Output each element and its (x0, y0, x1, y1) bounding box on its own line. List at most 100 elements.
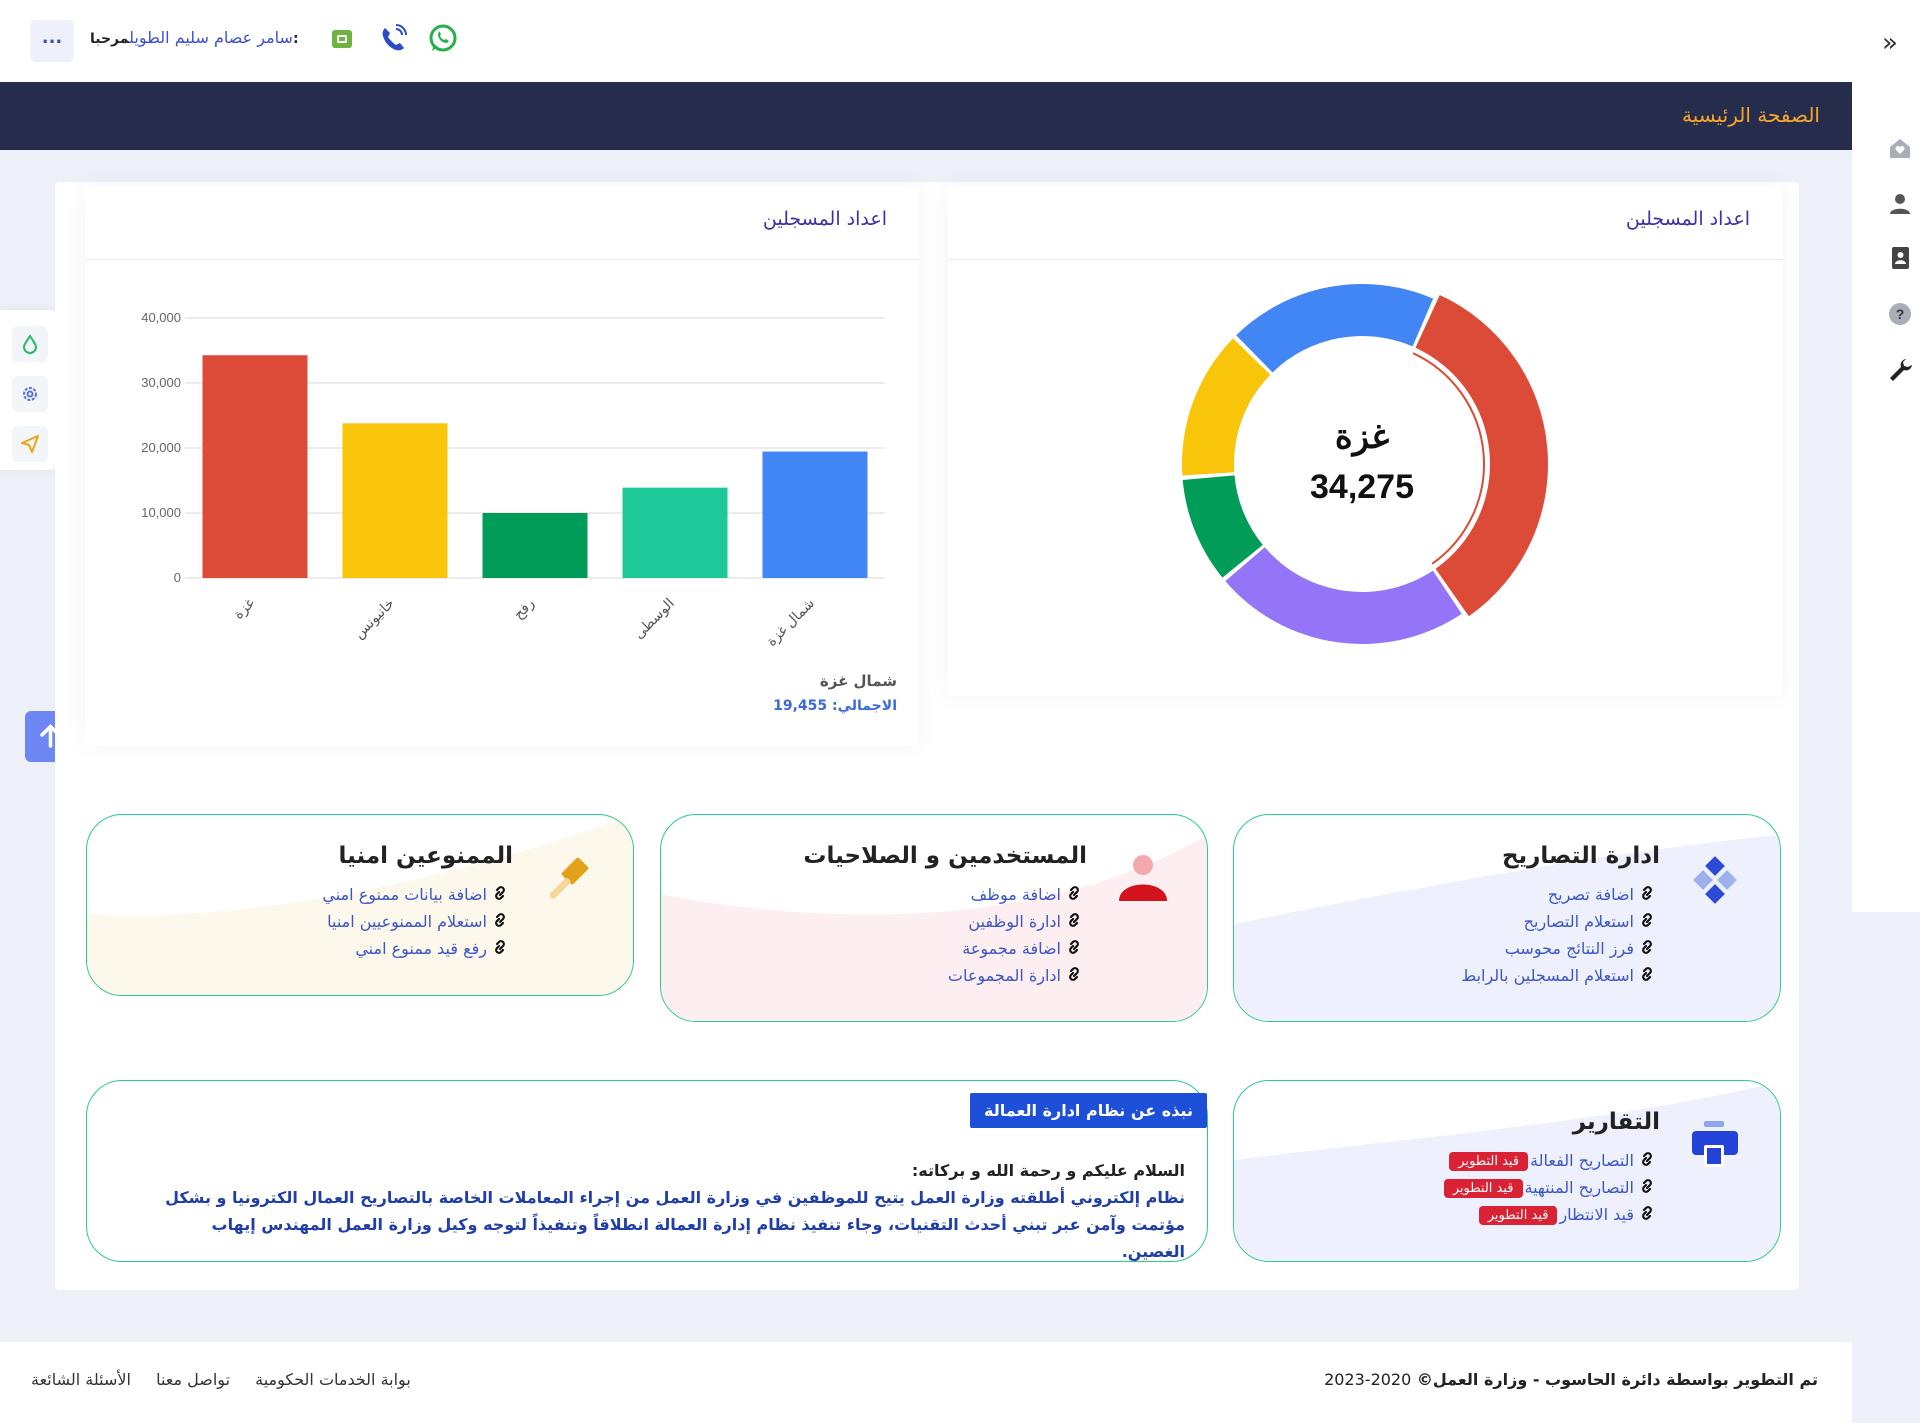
link-pending[interactable]: قيد الانتظارقيد التطوير (1444, 1205, 1656, 1232)
link-icon (495, 886, 505, 900)
user-greeting[interactable]: سامر عصام سليم الطويلمرحبا: (82, 28, 299, 47)
link-lift-ban[interactable]: رفع قيد ممنوع امني (322, 939, 509, 966)
contact-card-icon[interactable] (1886, 244, 1914, 272)
banned-box: الممنوعين امنيا اضافة بيانات ممنوع امني … (86, 814, 634, 996)
divider (948, 259, 1782, 260)
x-tick-label: غزة (230, 595, 258, 623)
printer-icon (1692, 1121, 1738, 1167)
donut-chart-card: اعداد المسجلين غزة 34,275 (948, 186, 1782, 696)
link-icon (1069, 886, 1079, 900)
bar[interactable] (342, 423, 448, 578)
link-icon (1642, 1179, 1652, 1193)
link-query-permits[interactable]: استعلام التصاريح (1461, 912, 1656, 939)
footer-credit-text: تم التطوير بواسطة دائرة الحاسوب - وزارة … (1416, 1370, 1818, 1389)
donut-slice[interactable] (1225, 547, 1462, 644)
wrench-icon[interactable] (1886, 356, 1914, 384)
link-add-permit[interactable]: اضافة تصريح (1461, 885, 1656, 912)
about-text: السلام عليكم و رحمة الله و بركاته: نظام … (155, 1157, 1185, 1265)
tooltip-total-label: الاجمالي: (832, 698, 897, 714)
quick-tools (0, 310, 56, 470)
permits-links: اضافة تصريح استعلام التصاريح فرز النتائج… (1461, 885, 1656, 993)
send-icon[interactable] (12, 426, 48, 462)
box-title: المستخدمين و الصلاحيات (803, 843, 1087, 869)
diamonds-icon (1693, 856, 1737, 904)
card-title: اعداد المسجلين (762, 208, 887, 230)
in-development-badge: قيد التطوير (1478, 1206, 1558, 1225)
right-sidebar: » ? (1852, 0, 1920, 912)
about-body: نظام إلكتروني أطلقته وزارة العمل يتيح لل… (165, 1188, 1185, 1261)
user-name[interactable]: سامر عصام سليم الطويل (129, 28, 293, 47)
sim-card-icon[interactable] (326, 22, 360, 56)
in-development-badge: قيد التطوير (1443, 1179, 1523, 1198)
bar[interactable] (482, 513, 588, 578)
bar-chart: 0 10,000 20,000 30,000 40,000 غزة خانيونس رفح ال… (141, 310, 885, 650)
link-icon (1642, 1206, 1652, 1220)
link-sort-results[interactable]: فرز النتائج محوسب (1461, 939, 1656, 966)
link-icon (1642, 886, 1652, 900)
drop-icon[interactable] (12, 326, 48, 362)
footer: تم التطوير بواسطة دائرة الحاسوب - وزارة … (0, 1342, 1852, 1423)
about-tag: نبذه عن نظام ادارة العمالة (970, 1093, 1207, 1128)
tooltip-total-value: 19,455 (773, 698, 828, 714)
link-add-group[interactable]: اضافة مجموعة (948, 939, 1083, 966)
y-tick-label: 40,000 (141, 310, 181, 325)
link-query-banned[interactable]: استعلام الممنوعيين امنيا (322, 912, 509, 939)
bar[interactable] (622, 487, 728, 578)
in-development-badge: قيد التطوير (1449, 1152, 1529, 1171)
donut-slice[interactable] (1415, 295, 1548, 617)
donut-center-value: 34,275 (1310, 468, 1414, 506)
settings-gear-icon[interactable] (12, 376, 48, 412)
collapse-chevrons-icon[interactable]: » (1882, 28, 1898, 58)
users-links: اضافة موظف ادارة الوظفين اضافة مجموعة اد… (948, 885, 1083, 993)
link-icon (495, 940, 505, 954)
link-add-banned[interactable]: اضافة بيانات ممنوع امني (322, 885, 509, 912)
footer-link-faq[interactable]: الأسئلة الشائعة (31, 1370, 131, 1389)
bar[interactable] (762, 451, 868, 578)
link-expired-permits[interactable]: التصاريح المنتهيةقيد التطوير (1443, 1178, 1656, 1205)
reports-box: التقارير التصاريح الفعالةقيد التطوير الت… (1233, 1080, 1781, 1262)
box-title: ادارة التصاريح (1501, 843, 1660, 869)
link-query-registered[interactable]: استعلام المسجلين بالرابط (1461, 966, 1656, 993)
about-greeting: السلام عليكم و رحمة الله و بركاته: (911, 1161, 1185, 1180)
phone-icon[interactable] (376, 22, 410, 56)
home-icon[interactable] (1886, 134, 1914, 162)
link-icon (1642, 940, 1652, 954)
donut-center-label: غزة (1335, 418, 1390, 457)
donut-slice[interactable] (1182, 338, 1271, 476)
user-person-icon (1119, 855, 1167, 901)
top-header: ... سامر عصام سليم الطويلمرحبا: (0, 0, 1852, 82)
box-title: الممنوعين امنيا (338, 843, 513, 869)
x-tick-label: الوسطى (630, 595, 678, 643)
link-icon (1069, 913, 1079, 927)
bar[interactable] (202, 355, 308, 578)
divider (85, 259, 919, 260)
about-box: نبذه عن نظام ادارة العمالة السلام عليكم … (86, 1080, 1208, 1262)
footer-link-contact[interactable]: تواصل معنا (156, 1370, 230, 1389)
tooltip-region-name: شمال غزة (819, 672, 897, 690)
y-tick-label: 30,000 (141, 375, 181, 390)
more-button[interactable]: ... (30, 20, 74, 62)
y-tick-label: 10,000 (141, 505, 181, 520)
link-manage-employees[interactable]: ادارة الوظفين (948, 912, 1083, 939)
footer-links: بوابة الخدمات الحكومية تواصل معنا الأسئل… (31, 1370, 431, 1389)
help-icon[interactable]: ? (1886, 300, 1914, 328)
link-active-permits[interactable]: التصاريح الفعالةقيد التطوير (1444, 1151, 1656, 1178)
users-box: المستخدمين و الصلاحيات اضافة موظف ادارة … (660, 814, 1208, 1022)
donut-chart: غزة 34,275 (1182, 284, 1548, 644)
user-icon[interactable] (1886, 190, 1914, 218)
gavel-icon (549, 857, 589, 899)
y-tick-label: 0 (174, 570, 181, 585)
svg-text:?: ? (1896, 306, 1905, 322)
x-tick-label: خانيونس (350, 595, 397, 642)
link-icon (1069, 940, 1079, 954)
x-tick-label: شمال غزة (763, 595, 818, 650)
link-icon (1642, 913, 1652, 927)
link-manage-groups[interactable]: ادارة المجموعات (948, 966, 1083, 993)
x-tick-label: رفح (510, 595, 538, 623)
footer-link-gov-portal[interactable]: بوابة الخدمات الحكومية (255, 1370, 411, 1389)
box-title: التقارير (1572, 1109, 1660, 1135)
whatsapp-icon[interactable] (426, 22, 460, 56)
link-add-employee[interactable]: اضافة موظف (948, 885, 1083, 912)
permits-box: ادارة التصاريح اضافة تصريح استعلام التصا… (1233, 814, 1781, 1022)
donut-slice[interactable] (1236, 284, 1434, 373)
